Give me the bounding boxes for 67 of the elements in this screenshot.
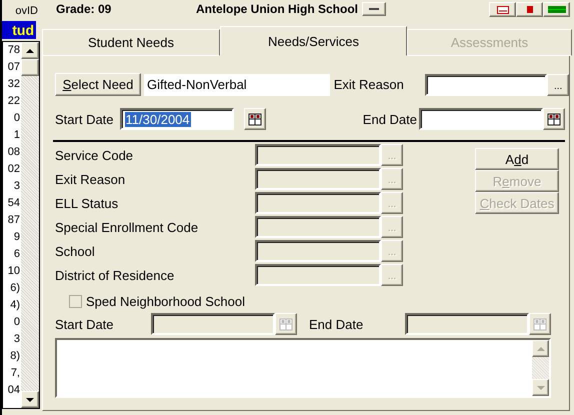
down-arrow-icon <box>536 384 546 390</box>
grid-icon <box>548 6 566 13</box>
field-label: Exit Reason <box>55 172 126 186</box>
list-row[interactable]: 8) <box>10 348 21 365</box>
field-label: End Date <box>309 316 364 332</box>
list-row[interactable]: 32 <box>8 76 21 93</box>
list-row[interactable]: 78 <box>8 42 21 59</box>
up-arrow-icon <box>25 48 35 54</box>
list-title: tud <box>2 21 36 39</box>
field-label: Exit Reason <box>334 77 405 92</box>
list-row[interactable]: 54 <box>8 195 21 212</box>
list-row[interactable]: 22 <box>8 93 21 110</box>
list-row[interactable]: 3 <box>14 178 21 195</box>
list-row[interactable]: 0 <box>14 110 21 127</box>
select-need-button[interactable]: Select Need <box>55 73 141 96</box>
school-name: Antelope Union High School <box>196 2 358 16</box>
calendar-icon <box>248 112 262 126</box>
column-header: ovID <box>14 4 39 18</box>
field-label: District of Residence <box>55 268 176 282</box>
calendar-button[interactable] <box>543 108 565 130</box>
toolbar-button[interactable] <box>516 2 543 17</box>
list-row[interactable]: 9 <box>14 229 21 246</box>
need-field[interactable]: Gifted-NonVerbal <box>144 74 330 96</box>
scroll-down-button[interactable] <box>21 391 39 408</box>
toolbar-button[interactable] <box>489 2 516 17</box>
scroll-up-button[interactable] <box>21 42 39 59</box>
end-date-field[interactable] <box>419 108 543 130</box>
dropdown-button[interactable] <box>362 2 386 16</box>
list-row[interactable]: 6 <box>14 246 21 263</box>
scroll-thumb[interactable] <box>21 59 39 76</box>
exit-reason-field[interactable] <box>424 74 548 96</box>
dash-icon <box>367 5 381 13</box>
action-button[interactable]: Add <box>475 148 559 170</box>
end-date-field[interactable] <box>405 313 529 335</box>
calendar-button[interactable] <box>244 108 266 130</box>
calendar-icon <box>533 318 547 330</box>
record-icon <box>526 6 532 13</box>
chart-icon <box>496 6 508 14</box>
tab[interactable]: Needs/Services <box>220 26 407 56</box>
toolbar-button[interactable] <box>543 2 570 17</box>
list-row[interactable]: 4) <box>10 297 21 314</box>
list-row[interactable]: 6) <box>10 280 21 297</box>
field-label: Start Date <box>55 112 114 126</box>
field-label: Special Enrollment Code <box>55 220 200 234</box>
list-row[interactable]: 08 <box>8 144 21 161</box>
up-arrow-icon <box>536 346 546 352</box>
list-row[interactable]: 1 <box>14 127 21 144</box>
list-row[interactable]: 10 <box>8 263 21 280</box>
list-row[interactable]: 7, <box>10 365 21 382</box>
field-label: Service Code <box>55 148 134 162</box>
list-row[interactable]: 3 <box>14 331 21 348</box>
list-row[interactable]: 04 <box>8 382 21 399</box>
list-row[interactable]: 87 <box>8 212 21 229</box>
calendar-icon <box>547 112 561 126</box>
field-label: Start Date <box>55 316 115 332</box>
browse-button[interactable]: ... <box>547 74 569 96</box>
list-row[interactable]: 0 <box>14 314 21 331</box>
grade-label: Grade: 09 <box>56 2 112 16</box>
list-row[interactable]: 07 <box>8 59 21 76</box>
field-label: ELL Status <box>55 196 120 210</box>
tab[interactable]: Student Needs <box>42 29 220 56</box>
field-label: End Date <box>362 112 417 126</box>
start-date-field[interactable]: 11/30/2004 <box>120 108 234 130</box>
down-arrow-icon <box>25 396 35 402</box>
field-label: School <box>55 244 96 258</box>
list-row[interactable]: 02 <box>8 161 21 178</box>
calendar-icon <box>279 318 293 330</box>
